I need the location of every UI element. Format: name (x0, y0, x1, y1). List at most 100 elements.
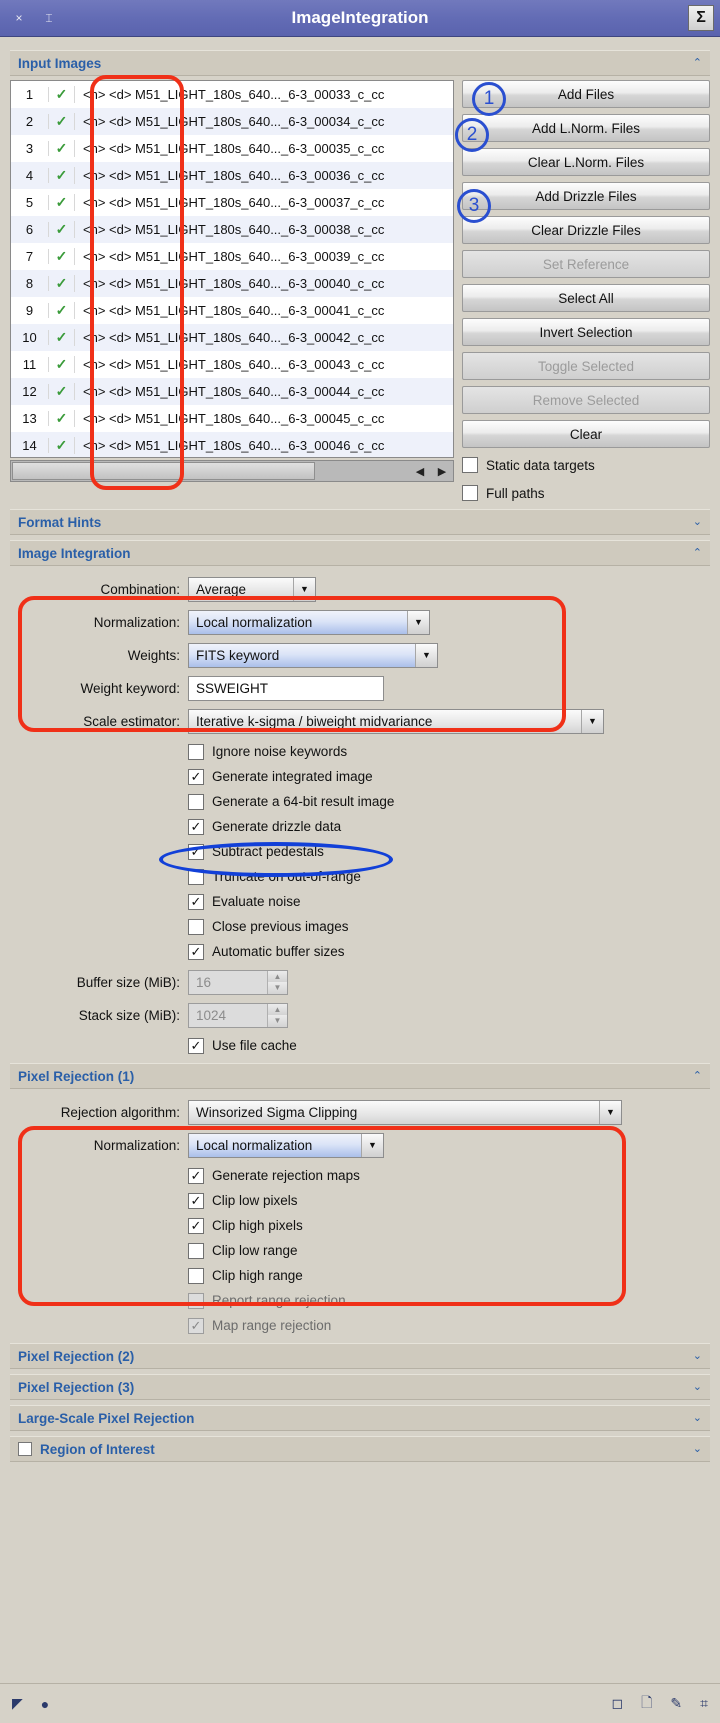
section-header-pixel-rejection-2[interactable]: Pixel Rejection (2) ⌄ (10, 1343, 710, 1369)
stack-size-stepper[interactable]: 1024 ▲ ▼ (188, 1002, 288, 1028)
file-list-row[interactable]: 7 ✓ <n> <d> M51_LIGHT_180s_640..._6-3_0003… (11, 243, 453, 270)
normalization-dropdown[interactable]: Local normalization ▼ (188, 609, 430, 635)
weight-keyword-input[interactable]: SSWEIGHT (188, 675, 384, 701)
file-list-row[interactable]: 1 ✓ <n> <d> M51_LIGHT_180s_640..._6-3_0003… (11, 81, 453, 108)
file-row-check-icon[interactable]: ✓ (49, 410, 75, 427)
chevron-up-icon[interactable]: ⌃ (693, 547, 702, 559)
file-row-check-icon[interactable]: ✓ (49, 383, 75, 400)
chevron-up-icon[interactable]: ⌃ (693, 1070, 702, 1082)
hscrollbar-thumb[interactable] (12, 462, 315, 480)
add-drizzle-files-button[interactable]: Add Drizzle Files (462, 182, 710, 210)
file-list-row[interactable]: 13 ✓ <n> <d> M51_LIGHT_180s_640..._6-3_000… (11, 405, 453, 432)
file-row-check-icon[interactable]: ✓ (49, 275, 75, 292)
scroll-left-icon[interactable]: ◀ (409, 461, 431, 481)
close-icon[interactable]: × (8, 7, 30, 29)
file-list-row[interactable]: 2 ✓ <n> <d> M51_LIGHT_180s_640..._6-3_0003… (11, 108, 453, 135)
stepper-arrows[interactable]: ▲ ▼ (267, 1003, 287, 1027)
chevron-down-icon[interactable]: ⌄ (693, 1443, 702, 1455)
region-of-interest-checkbox[interactable] (18, 1442, 32, 1456)
file-row-check-icon[interactable]: ✓ (49, 221, 75, 238)
file-list[interactable]: 1 ✓ <n> <d> M51_LIGHT_180s_640..._6-3_0003… (10, 80, 454, 458)
chevron-up-icon[interactable]: ⌃ (693, 57, 702, 69)
file-row-check-icon[interactable]: ✓ (49, 194, 75, 211)
section-header-image-integration[interactable]: Image Integration ⌃ (10, 540, 710, 566)
chevron-down-icon[interactable]: ▼ (361, 1133, 383, 1157)
file-list-row[interactable]: 14 ✓ <n> <d> M51_LIGHT_180s_640..._6-3_000… (11, 432, 453, 457)
cursor-icon[interactable]: ◤ (12, 1695, 23, 1712)
scroll-right-icon[interactable]: ▶ (431, 461, 453, 481)
file-list-row[interactable]: 8 ✓ <n> <d> M51_LIGHT_180s_640..._6-3_0004… (11, 270, 453, 297)
stepper-arrows[interactable]: ▲ ▼ (267, 970, 287, 994)
clip-high-range-checkbox[interactable] (188, 1267, 204, 1284)
clear-drizzle-files-button[interactable]: Clear Drizzle Files (462, 216, 710, 244)
evaluate-noise-checkbox[interactable]: ✓ (188, 893, 204, 910)
file-list-row[interactable]: 4 ✓ <n> <d> M51_LIGHT_180s_640..._6-3_0003… (11, 162, 453, 189)
clear-button[interactable]: Clear (462, 420, 710, 448)
chevron-down-icon[interactable]: ▼ (415, 643, 437, 667)
file-row-check-icon[interactable]: ✓ (49, 140, 75, 157)
file-list-row[interactable]: 10 ✓ <n> <d> M51_LIGHT_180s_640..._6-3_000… (11, 324, 453, 351)
close-previous-images-checkbox[interactable] (188, 918, 204, 935)
weights-dropdown[interactable]: FITS keyword ▼ (188, 642, 438, 668)
file-list-row[interactable]: 11 ✓ <n> <d> M51_LIGHT_180s_640..._6-3_000… (11, 351, 453, 378)
truncate-on-out-of-range-checkbox[interactable] (188, 868, 204, 885)
chevron-down-icon[interactable]: ⌄ (693, 1412, 702, 1424)
add-files-button[interactable]: Add Files (462, 80, 710, 108)
chevron-down-icon[interactable]: ⌄ (693, 1350, 702, 1362)
chevron-down-icon[interactable]: ▼ (407, 610, 429, 634)
scale-estimator-dropdown[interactable]: Iterative k-sigma / biweight midvariance… (188, 708, 604, 734)
add-l-norm-files-button[interactable]: Add L.Norm. Files (462, 114, 710, 142)
file-row-check-icon[interactable]: ✓ (49, 329, 75, 346)
buffer-size-stepper[interactable]: 16 ▲ ▼ (188, 969, 288, 995)
invert-selection-button[interactable]: Invert Selection (462, 318, 710, 346)
chevron-down-icon[interactable]: ⌄ (693, 516, 702, 528)
generate-integrated-image-checkbox[interactable]: ✓ (188, 768, 204, 785)
clip-low-range-checkbox[interactable] (188, 1242, 204, 1259)
generate-a-64-bit-result-image-checkbox[interactable] (188, 793, 204, 810)
file-row-check-icon[interactable]: ✓ (49, 86, 75, 103)
file-row-check-icon[interactable]: ✓ (49, 356, 75, 373)
wrench-icon[interactable]: ✎ (670, 1695, 682, 1712)
ignore-noise-keywords-checkbox[interactable] (188, 743, 204, 760)
collapse-icon[interactable]: ⌶ (38, 7, 60, 29)
file-row-check-icon[interactable]: ✓ (49, 302, 75, 319)
file-list-row[interactable]: 3 ✓ <n> <d> M51_LIGHT_180s_640..._6-3_0003… (11, 135, 453, 162)
generate-rejection-maps-checkbox[interactable]: ✓ (188, 1167, 204, 1184)
file-list-row[interactable]: 5 ✓ <n> <d> M51_LIGHT_180s_640..._6-3_0003… (11, 189, 453, 216)
select-all-button[interactable]: Select All (462, 284, 710, 312)
subtract-pedestals-checkbox[interactable]: ✓ (188, 843, 204, 860)
file-list-row[interactable]: 9 ✓ <n> <d> M51_LIGHT_180s_640..._6-3_0004… (11, 297, 453, 324)
file-row-check-icon[interactable]: ✓ (49, 167, 75, 184)
generate-drizzle-data-checkbox[interactable]: ✓ (188, 818, 204, 835)
file-row-check-icon[interactable]: ✓ (49, 248, 75, 265)
new-instance-icon[interactable]: ◻ (611, 1695, 623, 1712)
dot-icon[interactable]: ● (41, 1696, 49, 1712)
clip-high-pixels-checkbox[interactable]: ✓ (188, 1217, 204, 1234)
chevron-down-icon[interactable]: ▼ (599, 1100, 621, 1124)
section-header-large-scale-pixel-rejection[interactable]: Large-Scale Pixel Rejection ⌄ (10, 1405, 710, 1431)
section-header-pixel-rejection-3[interactable]: Pixel Rejection (3) ⌄ (10, 1374, 710, 1400)
clear-l-norm-files-button[interactable]: Clear L.Norm. Files (462, 148, 710, 176)
file-list-row[interactable]: 12 ✓ <n> <d> M51_LIGHT_180s_640..._6-3_000… (11, 378, 453, 405)
use-file-cache-checkbox[interactable]: ✓ (188, 1037, 204, 1054)
chevron-down-icon[interactable]: ▼ (581, 709, 603, 733)
section-header-input-images[interactable]: Input Images ⌃ (10, 50, 710, 76)
section-header-pixel-rejection-1[interactable]: Pixel Rejection (1) ⌃ (10, 1063, 710, 1089)
static-data-targets-checkbox[interactable] (462, 457, 478, 473)
rejection-normalization-dropdown[interactable]: Local normalization ▼ (188, 1132, 384, 1158)
sigma-icon[interactable]: Σ (688, 5, 714, 31)
file-row-check-icon[interactable]: ✓ (49, 113, 75, 130)
rejection-algorithm-dropdown[interactable]: Winsorized Sigma Clipping ▼ (188, 1099, 622, 1125)
document-icon[interactable]: 🗋 (641, 1692, 652, 1716)
full-paths-checkbox[interactable] (462, 485, 478, 501)
clip-low-pixels-checkbox[interactable]: ✓ (188, 1192, 204, 1209)
combination-dropdown[interactable]: Average ▼ (188, 576, 316, 602)
file-list-hscrollbar[interactable]: ◀ ▶ (10, 460, 454, 482)
chevron-down-icon[interactable]: ⌄ (693, 1381, 702, 1393)
file-list-row[interactable]: 6 ✓ <n> <d> M51_LIGHT_180s_640..._6-3_0003… (11, 216, 453, 243)
section-header-region-of-interest[interactable]: Region of Interest ⌄ (10, 1436, 710, 1462)
automatic-buffer-sizes-checkbox[interactable]: ✓ (188, 943, 204, 960)
file-row-check-icon[interactable]: ✓ (49, 437, 75, 454)
section-header-format-hints[interactable]: Format Hints ⌄ (10, 509, 710, 535)
reset-icon[interactable]: ⌗ (700, 1695, 708, 1712)
